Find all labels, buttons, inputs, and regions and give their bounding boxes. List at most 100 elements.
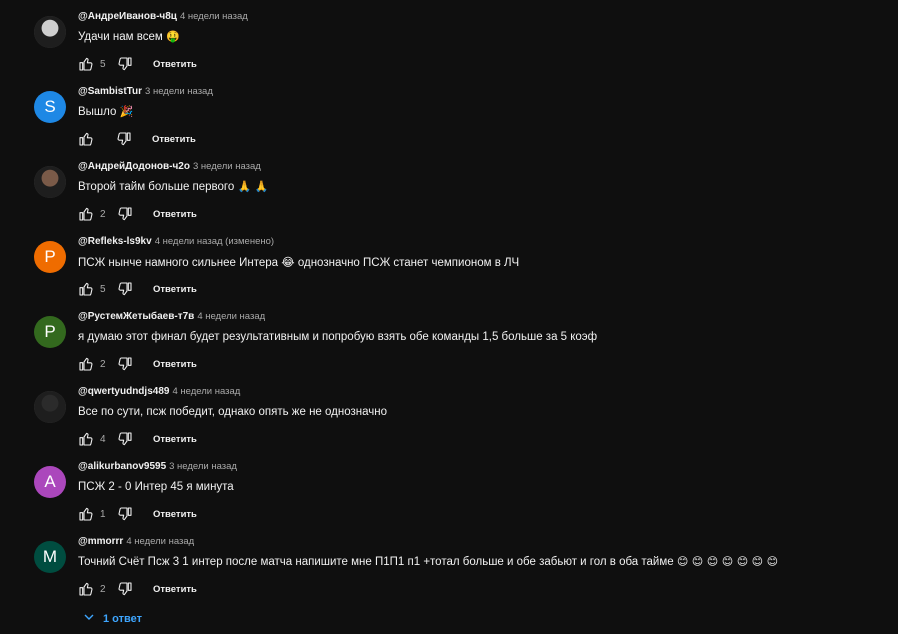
comment-emoji: 🙏 🙏 — [237, 180, 269, 193]
reply-button[interactable]: Ответить — [153, 434, 197, 445]
chevron-down-icon — [83, 611, 103, 626]
comment-emoji: 🤑 — [165, 30, 180, 43]
comment-time[interactable]: 3 недели назад — [145, 86, 213, 97]
comment-text: ПСЖ нынче намного сильнее Интера 😂 одноз… — [78, 255, 519, 269]
comment-actions: 5 Ответить — [78, 281, 197, 297]
comment-time[interactable]: 3 недели назад — [169, 461, 237, 472]
comment-actions: 2 Ответить — [78, 206, 197, 222]
avatar[interactable]: P — [34, 241, 66, 273]
replies-count-label: 1 ответ — [103, 612, 142, 625]
avatar[interactable] — [34, 16, 66, 48]
comment-actions: Ответить — [78, 131, 196, 147]
reply-button[interactable]: Ответить — [153, 509, 197, 520]
thumb-up-icon[interactable] — [78, 506, 94, 522]
comment-body: Второй тайм больше первого — [78, 181, 235, 193]
avatar-letter: Р — [44, 322, 56, 341]
author-name[interactable]: @qwertyudndjs489 — [78, 386, 169, 397]
thumb-down-icon[interactable] — [117, 281, 133, 297]
comment-header: @АндрейДодонов-ч2о 3 недели назад — [78, 161, 261, 172]
comment-time[interactable]: 4 недели назад — [197, 311, 265, 322]
comment-actions: 2 Ответить — [78, 581, 197, 597]
avatar[interactable] — [34, 166, 66, 198]
comment-header: @РустемЖетыбаев-т7в 4 недели назад — [78, 311, 265, 322]
comment-time[interactable]: 3 недели назад — [193, 161, 261, 172]
reply-button[interactable]: Ответить — [153, 59, 197, 70]
avatar[interactable] — [34, 391, 66, 423]
comment-body: Точний Счёт Псж 3 1 интер после матча на… — [78, 556, 674, 568]
avatar[interactable]: A — [34, 466, 66, 498]
avatar[interactable]: M — [34, 541, 66, 573]
avatar[interactable]: S — [34, 91, 66, 123]
reply-button[interactable]: Ответить — [153, 584, 197, 595]
thumb-up-icon[interactable] — [78, 581, 94, 597]
reply-button[interactable]: Ответить — [153, 209, 197, 220]
comment-item: M @mmorrr 4 недели назад Точний Счёт Псж 3 … — [0, 536, 898, 616]
thumb-down-icon[interactable] — [116, 131, 132, 147]
comment-emoji: 🎉 — [119, 105, 134, 118]
thumb-up-icon[interactable] — [78, 356, 94, 372]
comment-actions: 1 Ответить — [78, 506, 197, 522]
thumb-down-icon[interactable] — [117, 206, 133, 222]
comment-body: ПСЖ нынче намного сильнее Интера 😂 одноз… — [78, 257, 520, 269]
like-count: 2 — [100, 358, 106, 370]
author-name[interactable]: @Refleks-ls9kv — [78, 236, 152, 247]
author-name[interactable]: @SambistTur — [78, 86, 142, 97]
avatar-letter: S — [44, 97, 56, 116]
thumb-down-icon[interactable] — [117, 581, 133, 597]
comment-item: S @SambistTur 3 недели назад Вышло 🎉 Ответит… — [0, 86, 898, 166]
comment-actions: 4 Ответить — [78, 431, 197, 447]
comment-header: @Refleks-ls9kv 4 недели назад (изменено) — [78, 236, 274, 247]
comment-header: @mmorrr 4 недели назад — [78, 536, 194, 547]
comment-text: Удачи нам всем 🤑 — [78, 30, 180, 43]
author-name[interactable]: @АндреИванов-ч8ц — [78, 11, 177, 22]
thumb-down-icon[interactable] — [117, 431, 133, 447]
like-count: 2 — [100, 208, 106, 220]
comment-item: @АндреИванов-ч8ц 4 недели назад Удачи нам … — [0, 11, 898, 91]
thumb-up-icon[interactable] — [78, 206, 94, 222]
like-count: 4 — [100, 433, 106, 445]
reply-button[interactable]: Ответить — [152, 134, 196, 145]
comment-item: A @alikurbanov9595 3 недели назад ПСЖ 2 - 0… — [0, 461, 898, 541]
like-count: 2 — [100, 583, 106, 595]
comment-item: P @Refleks-ls9kv 4 недели назад (изменено)… — [0, 236, 898, 316]
comment-body: ПСЖ 2 - 0 Интер 45 я минута — [78, 481, 234, 493]
author-name[interactable]: @alikurbanov9595 — [78, 461, 166, 472]
avatar-letter: M — [42, 547, 58, 566]
thumb-down-icon[interactable] — [117, 356, 133, 372]
thumb-up-icon[interactable] — [78, 281, 94, 297]
comment-actions: 2 Ответить — [78, 356, 197, 372]
thumb-up-icon[interactable] — [78, 431, 94, 447]
thumb-down-icon[interactable] — [117, 506, 133, 522]
comment-text: Второй тайм больше первого 🙏 🙏 — [78, 180, 268, 193]
comment-body: Вышло — [78, 106, 117, 118]
comment-header: @qwertyudndjs489 4 недели назад — [78, 386, 240, 397]
show-replies-button[interactable]: 1 ответ — [83, 611, 142, 626]
author-name[interactable]: @РустемЖетыбаев-т7в — [78, 311, 194, 322]
reply-button[interactable]: Ответить — [153, 284, 197, 295]
avatar-letter: P — [44, 247, 56, 266]
author-name[interactable]: @АндрейДодонов-ч2о — [78, 161, 190, 172]
thumb-up-icon[interactable] — [78, 56, 94, 72]
comment-body: я думаю этот финал будет результативным … — [78, 331, 598, 343]
like-count: 5 — [100, 58, 106, 70]
comment-time[interactable]: 4 недели назад — [126, 536, 194, 547]
comment-text: Точний Счёт Псж 3 1 интер после матча на… — [78, 555, 778, 568]
like-count: 5 — [100, 283, 106, 295]
comment-text: Вышло 🎉 — [78, 105, 133, 118]
thumb-down-icon[interactable] — [117, 56, 133, 72]
comment-text: я думаю этот финал будет результативным … — [78, 330, 597, 343]
comment-time[interactable]: 4 недели назад — [172, 386, 240, 397]
thumb-up-icon[interactable] — [78, 131, 94, 147]
author-name[interactable]: @mmorrr — [78, 536, 123, 547]
comment-header: @АндреИванов-ч8ц 4 недели назад — [78, 11, 248, 22]
comment-header: @alikurbanov9595 3 недели назад — [78, 461, 237, 472]
comment-item: @qwertyudndjs489 4 недели назад Все по сут… — [0, 386, 898, 466]
avatar[interactable]: Р — [34, 316, 66, 348]
comment-body: Удачи нам всем — [78, 31, 163, 43]
comment-time[interactable]: 4 недели назад — [180, 11, 248, 22]
comment-time[interactable]: 4 недели назад (изменено) — [155, 236, 274, 247]
avatar-letter: A — [44, 472, 56, 491]
reply-button[interactable]: Ответить — [153, 359, 197, 370]
comment-text: Все по сути, псж победит, однако опять ж… — [78, 405, 387, 418]
comment-emoji: 😊 😊 😊 😊 😊 😊 😊 — [676, 555, 779, 568]
